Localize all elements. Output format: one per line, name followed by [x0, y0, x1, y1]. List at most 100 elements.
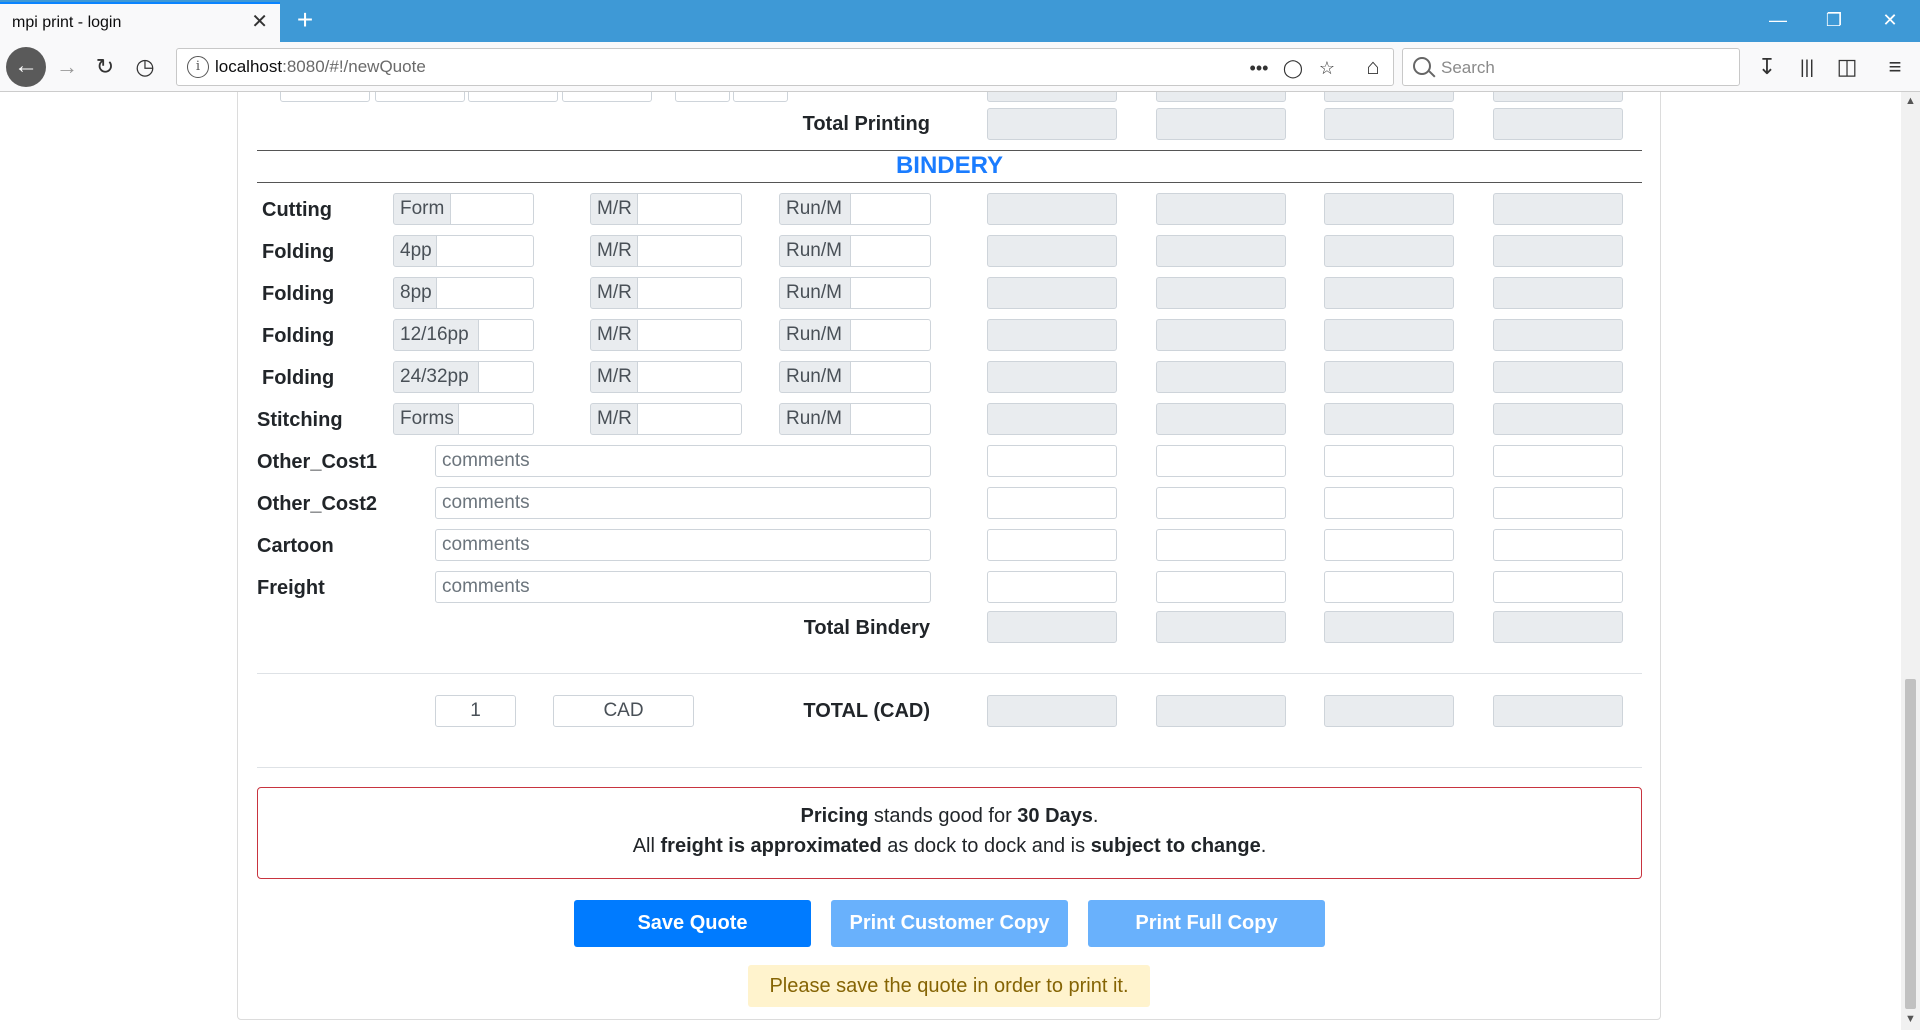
search-bar[interactable]: Search: [1402, 48, 1740, 86]
bindery-mr-field[interactable]: M/R: [590, 277, 742, 309]
printing-partial-field[interactable]: [280, 92, 370, 102]
history-clock-icon[interactable]: ◷: [130, 52, 160, 82]
bindery-run-field-input[interactable]: [851, 361, 931, 393]
other-cost-input[interactable]: [1493, 571, 1623, 603]
bindery-run-field[interactable]: Run/M: [779, 319, 931, 351]
other-cost-input[interactable]: [1156, 445, 1286, 477]
currency-select[interactable]: CAD: [553, 695, 694, 727]
url-bar[interactable]: i localhost:8080/#!/newQuote ••• ◯ ☆: [176, 48, 1394, 86]
other-cost-input[interactable]: [1156, 487, 1286, 519]
bindery-mr-field-input[interactable]: [638, 403, 742, 435]
bindery-form-field-input[interactable]: [459, 403, 534, 435]
section-divider: [257, 182, 1642, 183]
bindery-form-field[interactable]: 24/32pp: [393, 361, 534, 393]
printing-partial-field[interactable]: [733, 92, 788, 102]
tab-title: mpi print - login: [12, 14, 122, 31]
bindery-form-field-prefix: 8pp: [393, 277, 437, 309]
back-arrow-icon[interactable]: ←: [6, 47, 46, 87]
exchange-rate-input[interactable]: 1: [435, 695, 516, 727]
close-window-icon[interactable]: ✕: [1862, 0, 1918, 42]
bindery-run-field-input[interactable]: [851, 403, 931, 435]
bindery-run-field-input[interactable]: [851, 235, 931, 267]
other-cost-input[interactable]: [1324, 487, 1454, 519]
bindery-form-field-input[interactable]: [437, 277, 534, 309]
other-cost-input[interactable]: [987, 445, 1117, 477]
other-cost-input[interactable]: [1493, 487, 1623, 519]
bindery-run-field[interactable]: Run/M: [779, 403, 931, 435]
bindery-form-field-input[interactable]: [437, 235, 534, 267]
printing-partial-field[interactable]: [375, 92, 465, 102]
page-actions-icon[interactable]: •••: [1245, 55, 1273, 81]
bindery-mr-field-input[interactable]: [638, 277, 742, 309]
other-cost-input[interactable]: [987, 487, 1117, 519]
scroll-thumb[interactable]: [1905, 679, 1916, 1009]
print-customer-copy-button[interactable]: Print Customer Copy: [831, 900, 1068, 947]
bindery-form-field[interactable]: Form: [393, 193, 534, 225]
bindery-cost-field: [987, 403, 1117, 435]
other-cost-input[interactable]: [1324, 445, 1454, 477]
bindery-mr-field-input[interactable]: [638, 361, 742, 393]
other-cost-input[interactable]: [1156, 571, 1286, 603]
pocket-icon[interactable]: ◯: [1279, 55, 1307, 81]
printing-partial-field[interactable]: [675, 92, 730, 102]
scroll-up-icon[interactable]: ▲: [1901, 92, 1920, 110]
other-cost-input[interactable]: [1156, 529, 1286, 561]
other-cost-input[interactable]: [1324, 571, 1454, 603]
bindery-cost-field: [1156, 361, 1286, 393]
new-tab-button[interactable]: +: [288, 4, 322, 38]
downloads-icon[interactable]: ↧: [1752, 52, 1782, 82]
home-icon[interactable]: ⌂: [1358, 52, 1388, 82]
bindery-form-field[interactable]: 12/16pp: [393, 319, 534, 351]
comments-input[interactable]: comments: [435, 529, 931, 561]
other-cost-input[interactable]: [987, 571, 1117, 603]
close-tab-icon[interactable]: ✕: [251, 12, 268, 32]
other-cost-input[interactable]: [987, 529, 1117, 561]
browser-tab[interactable]: mpi print - login ✕: [0, 2, 280, 42]
bindery-form-field-input[interactable]: [451, 193, 534, 225]
bindery-mr-field-input[interactable]: [638, 235, 742, 267]
menu-hamburger-icon[interactable]: ≡: [1880, 52, 1910, 82]
printing-partial-field[interactable]: [468, 92, 558, 102]
bindery-run-field[interactable]: Run/M: [779, 193, 931, 225]
bindery-mr-field[interactable]: M/R: [590, 319, 742, 351]
minimize-window-icon[interactable]: —: [1750, 0, 1806, 42]
bindery-mr-field-input[interactable]: [638, 319, 742, 351]
save-quote-button[interactable]: Save Quote: [574, 900, 811, 947]
bindery-form-field-input[interactable]: [479, 361, 534, 393]
other-cost-input[interactable]: [1324, 529, 1454, 561]
bindery-run-field[interactable]: Run/M: [779, 361, 931, 393]
bindery-mr-field[interactable]: M/R: [590, 361, 742, 393]
bindery-run-field-input[interactable]: [851, 319, 931, 351]
bindery-mr-field-input[interactable]: [638, 193, 742, 225]
total-printing-cost: [1324, 108, 1454, 140]
library-icon[interactable]: |||: [1792, 52, 1822, 82]
sidebar-icon[interactable]: ◫: [1832, 52, 1862, 82]
forward-arrow-icon[interactable]: →: [52, 52, 82, 82]
bindery-run-field-input[interactable]: [851, 277, 931, 309]
printing-partial-field[interactable]: [562, 92, 652, 102]
restore-window-icon[interactable]: ❐: [1806, 0, 1862, 42]
other-cost-input[interactable]: [1493, 445, 1623, 477]
page-scrollbar[interactable]: ▲ ▼: [1901, 92, 1920, 1030]
bindery-form-field-input[interactable]: [479, 319, 534, 351]
bookmark-star-icon[interactable]: ☆: [1313, 55, 1341, 81]
bindery-run-field-input[interactable]: [851, 193, 931, 225]
bindery-run-field[interactable]: Run/M: [779, 277, 931, 309]
comments-input[interactable]: comments: [435, 445, 931, 477]
comments-input[interactable]: comments: [435, 571, 931, 603]
bindery-form-field[interactable]: 4pp: [393, 235, 534, 267]
comments-input[interactable]: comments: [435, 487, 931, 519]
site-info-icon[interactable]: i: [187, 56, 209, 78]
bindery-row-label: Cutting: [262, 199, 332, 221]
bindery-mr-field[interactable]: M/R: [590, 193, 742, 225]
bindery-run-field[interactable]: Run/M: [779, 235, 931, 267]
bindery-form-field[interactable]: 8pp: [393, 277, 534, 309]
bindery-mr-field[interactable]: M/R: [590, 403, 742, 435]
scroll-down-icon[interactable]: ▼: [1901, 1010, 1920, 1028]
reload-icon[interactable]: ↻: [90, 52, 120, 82]
bindery-form-field[interactable]: Forms: [393, 403, 534, 435]
pricing-notice: Pricing stands good for 30 Days. All fre…: [257, 787, 1642, 879]
other-cost-input[interactable]: [1493, 529, 1623, 561]
print-full-copy-button[interactable]: Print Full Copy: [1088, 900, 1325, 947]
bindery-mr-field[interactable]: M/R: [590, 235, 742, 267]
